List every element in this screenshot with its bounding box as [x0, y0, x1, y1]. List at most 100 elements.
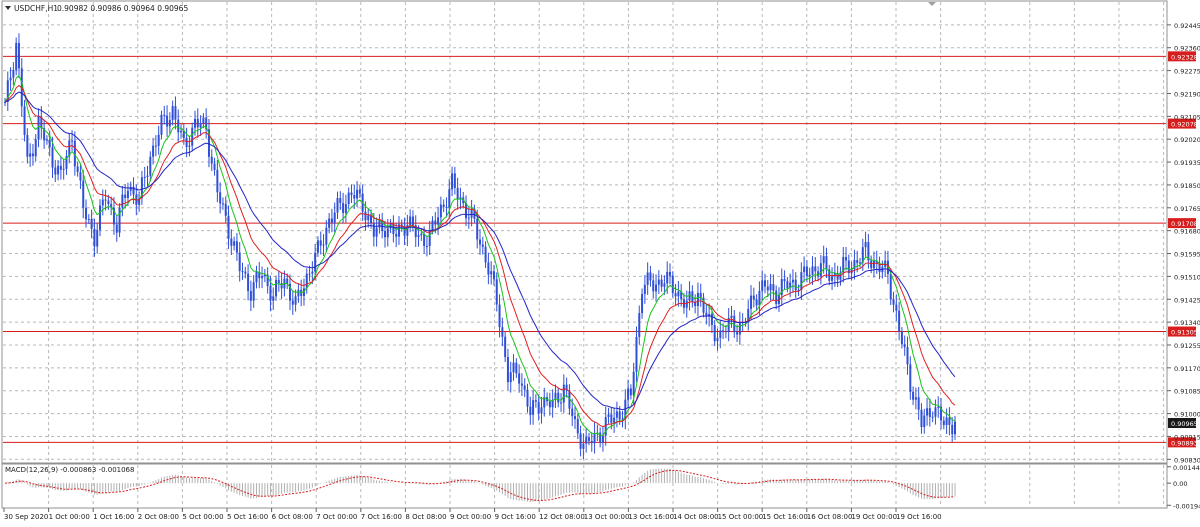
candle-body [537, 401, 540, 414]
candle-body [713, 324, 716, 342]
candle-body [297, 289, 300, 297]
price-tick-label: 0.91680 [1174, 228, 1200, 236]
candle-body [710, 313, 713, 325]
candle-body [512, 362, 515, 373]
candle-body [347, 192, 350, 205]
candle-body [350, 192, 353, 195]
candle-body [663, 283, 666, 287]
candle-body [920, 409, 923, 428]
candle-body [794, 279, 797, 291]
candle-body [104, 199, 107, 201]
candle-body [339, 198, 342, 204]
candle-body [367, 215, 370, 221]
candle-body [166, 115, 169, 127]
candle-body [532, 400, 535, 415]
candle-body [180, 130, 183, 133]
candle-body [601, 435, 604, 443]
candle-body [900, 331, 903, 345]
price-tick-label: 0.92360 [1174, 45, 1200, 53]
candle-body [506, 357, 509, 383]
candle-body [224, 203, 227, 216]
candle-body [261, 276, 264, 279]
candle-body [364, 211, 367, 221]
price-tick-label: 0.91935 [1174, 159, 1200, 167]
candle-body [448, 189, 451, 208]
candle-body [534, 400, 537, 402]
price-tick-label: 0.91255 [1174, 342, 1200, 350]
level-price-label: 0.92328 [1171, 53, 1198, 61]
candle-body [409, 216, 412, 226]
candle-body [115, 224, 118, 233]
candle-body [579, 433, 582, 449]
candle-body [811, 266, 814, 275]
candle-body [571, 408, 574, 417]
time-tick-label: 1 Oct 16:00 [93, 513, 134, 521]
time-tick-label: 19 Oct 16:00 [896, 513, 942, 521]
candle-body [674, 293, 677, 297]
candle-body [523, 385, 526, 390]
candle-body [235, 241, 238, 253]
candle-body [227, 215, 230, 239]
candle-body [247, 273, 250, 291]
candle-body [490, 271, 493, 275]
candle-body [305, 273, 308, 289]
candle-body [29, 153, 32, 157]
candle-body [456, 187, 459, 200]
candle-body [9, 77, 12, 81]
candle-body [669, 271, 671, 276]
candle-body [847, 260, 850, 274]
candle-body [252, 282, 255, 301]
candle-body [635, 336, 638, 372]
candle-body [906, 347, 909, 365]
candle-body [59, 165, 62, 170]
candle-body [808, 274, 811, 277]
candle-body [71, 140, 74, 142]
candle-body [889, 274, 892, 300]
candle-body [590, 440, 593, 444]
candle-body [146, 175, 149, 177]
chart-window[interactable]: 0.923280.920780.917080.913050.90893 0.92… [0, 0, 1200, 523]
candle-body [17, 42, 20, 69]
candle-body [923, 415, 926, 428]
candle-body [498, 304, 501, 328]
candle-body [487, 262, 490, 275]
candle-body [171, 106, 174, 120]
candle-body [613, 417, 616, 423]
candle-body [90, 218, 93, 229]
level-price-label: 0.91305 [1171, 329, 1198, 337]
candle-body [872, 260, 875, 269]
candle-body [576, 419, 579, 434]
candle-body [805, 266, 808, 277]
candle-body [800, 272, 803, 291]
candle-body [467, 217, 470, 219]
candle-body [515, 362, 518, 374]
candle-body [199, 123, 202, 128]
candle-body [657, 279, 660, 285]
candle-body [330, 218, 333, 223]
candle-body [582, 443, 585, 449]
candle-body [652, 280, 655, 292]
price-tick-label: 0.91595 [1174, 251, 1200, 259]
candle-body [238, 252, 241, 272]
candle-body [423, 233, 426, 247]
candle-body [948, 417, 951, 425]
candle-body [437, 217, 440, 225]
candle-body [51, 147, 54, 168]
candle-body [358, 189, 361, 194]
candle-body [325, 227, 328, 245]
candle-body [93, 228, 96, 247]
candle-body [177, 119, 180, 133]
time-tick-label: 7 Oct 00:00 [316, 513, 357, 521]
candle-body [495, 279, 498, 305]
candle-body [750, 295, 753, 309]
candle-body [791, 279, 794, 283]
time-tick-label: 8 Oct 08:00 [405, 513, 446, 521]
candle-body [895, 304, 898, 311]
candle-body [928, 408, 931, 417]
candle-body [520, 383, 523, 386]
candle-body [660, 279, 663, 287]
candle-body [504, 336, 507, 358]
candle-body [677, 291, 680, 297]
candle-body [126, 190, 129, 199]
candle-body [344, 204, 347, 213]
